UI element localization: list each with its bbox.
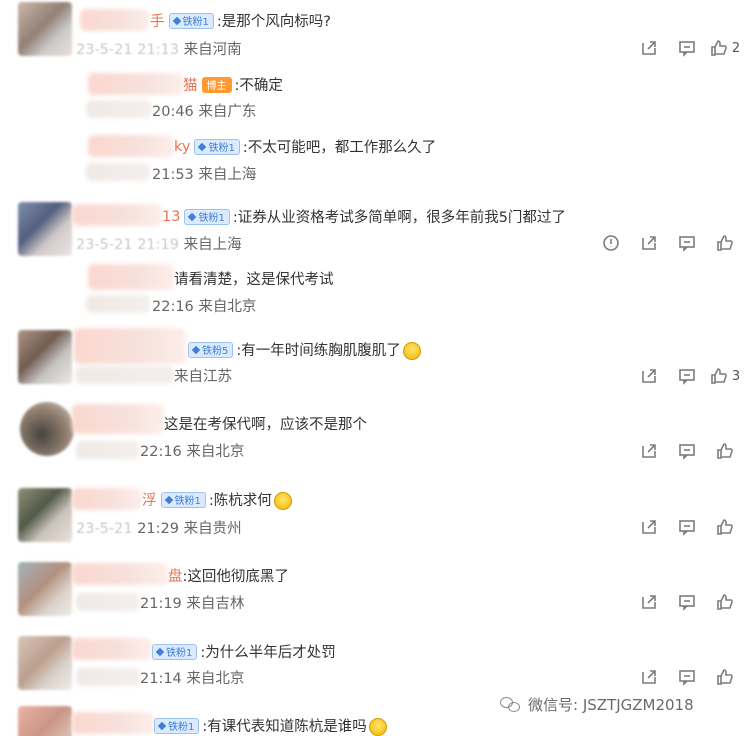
comment-meta: 23-5-21 21:29 来自贵州 — [76, 521, 242, 537]
fan-badge: 铁粉1 — [152, 643, 198, 660]
comment-meta: 22:16 来自北京 — [140, 444, 245, 460]
blurred-date — [76, 441, 140, 459]
blurred-date — [76, 593, 140, 611]
like-count: 2 — [731, 40, 741, 56]
avatar[interactable] — [18, 330, 72, 384]
nickname[interactable]: 手 — [150, 10, 165, 31]
host-badge: 博主 — [201, 76, 232, 93]
avatar[interactable] — [18, 202, 72, 256]
blurred-date — [86, 163, 150, 181]
comment-meta: 21:53 来自上海 — [152, 167, 257, 183]
nickname[interactable]: 盘 — [168, 565, 183, 586]
comment-meta: 20:46 来自广东 — [152, 104, 257, 120]
diamond-icon — [191, 345, 201, 354]
diamond-icon — [198, 142, 207, 151]
fan-badge: 铁粉5 — [188, 341, 234, 358]
shy-emoji-icon — [368, 717, 387, 736]
blurred-nickname — [88, 264, 174, 290]
blurred-nickname — [72, 204, 162, 226]
nickname[interactable]: ky — [174, 139, 190, 155]
comment-icon[interactable] — [668, 666, 706, 688]
comment-text: :有一年时间练胸肌腹肌了 — [236, 343, 401, 359]
blurred-nickname — [88, 135, 174, 157]
comment-meta: 23-5-21 21:13 来自河南 — [76, 42, 242, 58]
comment-meta: 21:14 来自北京 — [140, 671, 245, 687]
report-icon[interactable] — [592, 232, 630, 254]
comment-text: :不确定 — [234, 78, 283, 94]
blurred-date — [76, 366, 174, 384]
like-icon[interactable] — [706, 666, 744, 688]
diamond-icon — [188, 212, 197, 221]
fan-badge: 铁粉1 — [160, 491, 206, 508]
diamond-icon — [157, 721, 167, 730]
comment-text: :不太可能吧，都工作那么久了 — [242, 140, 437, 156]
comment-text: 这是在考保代啊，应该不是那个 — [164, 417, 367, 433]
comment-icon[interactable] — [668, 232, 706, 254]
diamond-icon — [164, 495, 173, 504]
comment-icon[interactable] — [668, 516, 706, 538]
blurred-nickname — [72, 638, 152, 660]
like-icon[interactable]: 3 — [706, 365, 744, 387]
fan-badge: 铁粉1 — [194, 138, 240, 155]
watermark-text: 微信号: JSZTJGZM2018 — [528, 696, 694, 714]
wechat-watermark: 微信号: JSZTJGZM2018 — [500, 694, 694, 715]
share-icon[interactable] — [630, 440, 668, 462]
like-icon[interactable] — [706, 591, 744, 613]
share-icon[interactable] — [630, 37, 668, 59]
comment-text: :为什么半年后才处罚 — [200, 645, 336, 661]
blurred-nickname — [72, 712, 154, 734]
blurred-nickname — [72, 488, 142, 510]
share-icon[interactable] — [630, 365, 668, 387]
comment-meta: 21:19 来自吉林 — [140, 596, 245, 612]
comment-text: 请看清楚，这是保代考试 — [174, 272, 334, 288]
fan-badge: 铁粉1 — [168, 12, 214, 29]
share-icon[interactable] — [630, 591, 668, 613]
avatar[interactable] — [18, 706, 72, 736]
blurred-date — [76, 668, 140, 686]
fan-badge: 铁粉1 — [184, 208, 230, 225]
avatar[interactable] — [18, 636, 72, 690]
laugh-emoji-icon — [273, 491, 292, 510]
avatar[interactable] — [18, 562, 72, 616]
blurred-date — [86, 100, 152, 118]
comment-text: :有课代表知道陈杭是谁吗 — [202, 719, 367, 735]
share-icon[interactable] — [630, 666, 668, 688]
nickname[interactable]: 13 — [162, 209, 180, 225]
like-count: 3 — [731, 368, 741, 384]
like-icon[interactable] — [706, 440, 744, 462]
avatar[interactable] — [20, 402, 74, 456]
comment-icon[interactable] — [668, 37, 706, 59]
comment-text: :陈杭求何 — [208, 493, 272, 509]
laugh-emoji-icon — [402, 341, 421, 360]
share-icon[interactable] — [630, 516, 668, 538]
share-icon[interactable] — [630, 232, 668, 254]
wechat-icon — [500, 696, 522, 713]
like-icon[interactable] — [706, 516, 744, 538]
nickname[interactable]: 浮 — [142, 489, 157, 510]
blurred-nickname — [88, 73, 183, 95]
comment-text: :证券从业资格考试多简单啊，很多年前我5门都过了 — [232, 210, 566, 226]
like-icon[interactable] — [706, 232, 744, 254]
comment-text: :是那个风向标吗? — [216, 14, 331, 30]
nickname[interactable]: 猫 — [183, 74, 198, 95]
diamond-icon — [172, 16, 181, 25]
comment-icon[interactable] — [668, 440, 706, 462]
comment-meta: 22:16 来自北京 — [152, 299, 257, 315]
diamond-icon — [155, 647, 165, 656]
blurred-nickname — [72, 404, 164, 434]
comment-icon[interactable] — [668, 591, 706, 613]
comment-meta: 来自江苏 — [174, 369, 232, 385]
blurred-nickname — [74, 328, 186, 364]
blurred-nickname — [80, 9, 150, 31]
comment-icon[interactable] — [668, 365, 706, 387]
like-icon[interactable]: 2 — [706, 37, 744, 59]
comment-text: :这回他彻底黑了 — [182, 569, 289, 585]
avatar[interactable] — [18, 488, 72, 542]
comment-meta: 23-5-21 21:19 来自上海 — [76, 237, 242, 253]
blurred-nickname — [72, 563, 168, 585]
avatar[interactable] — [18, 2, 72, 56]
fan-badge: 铁粉1 — [154, 717, 200, 734]
blurred-date — [86, 295, 150, 313]
